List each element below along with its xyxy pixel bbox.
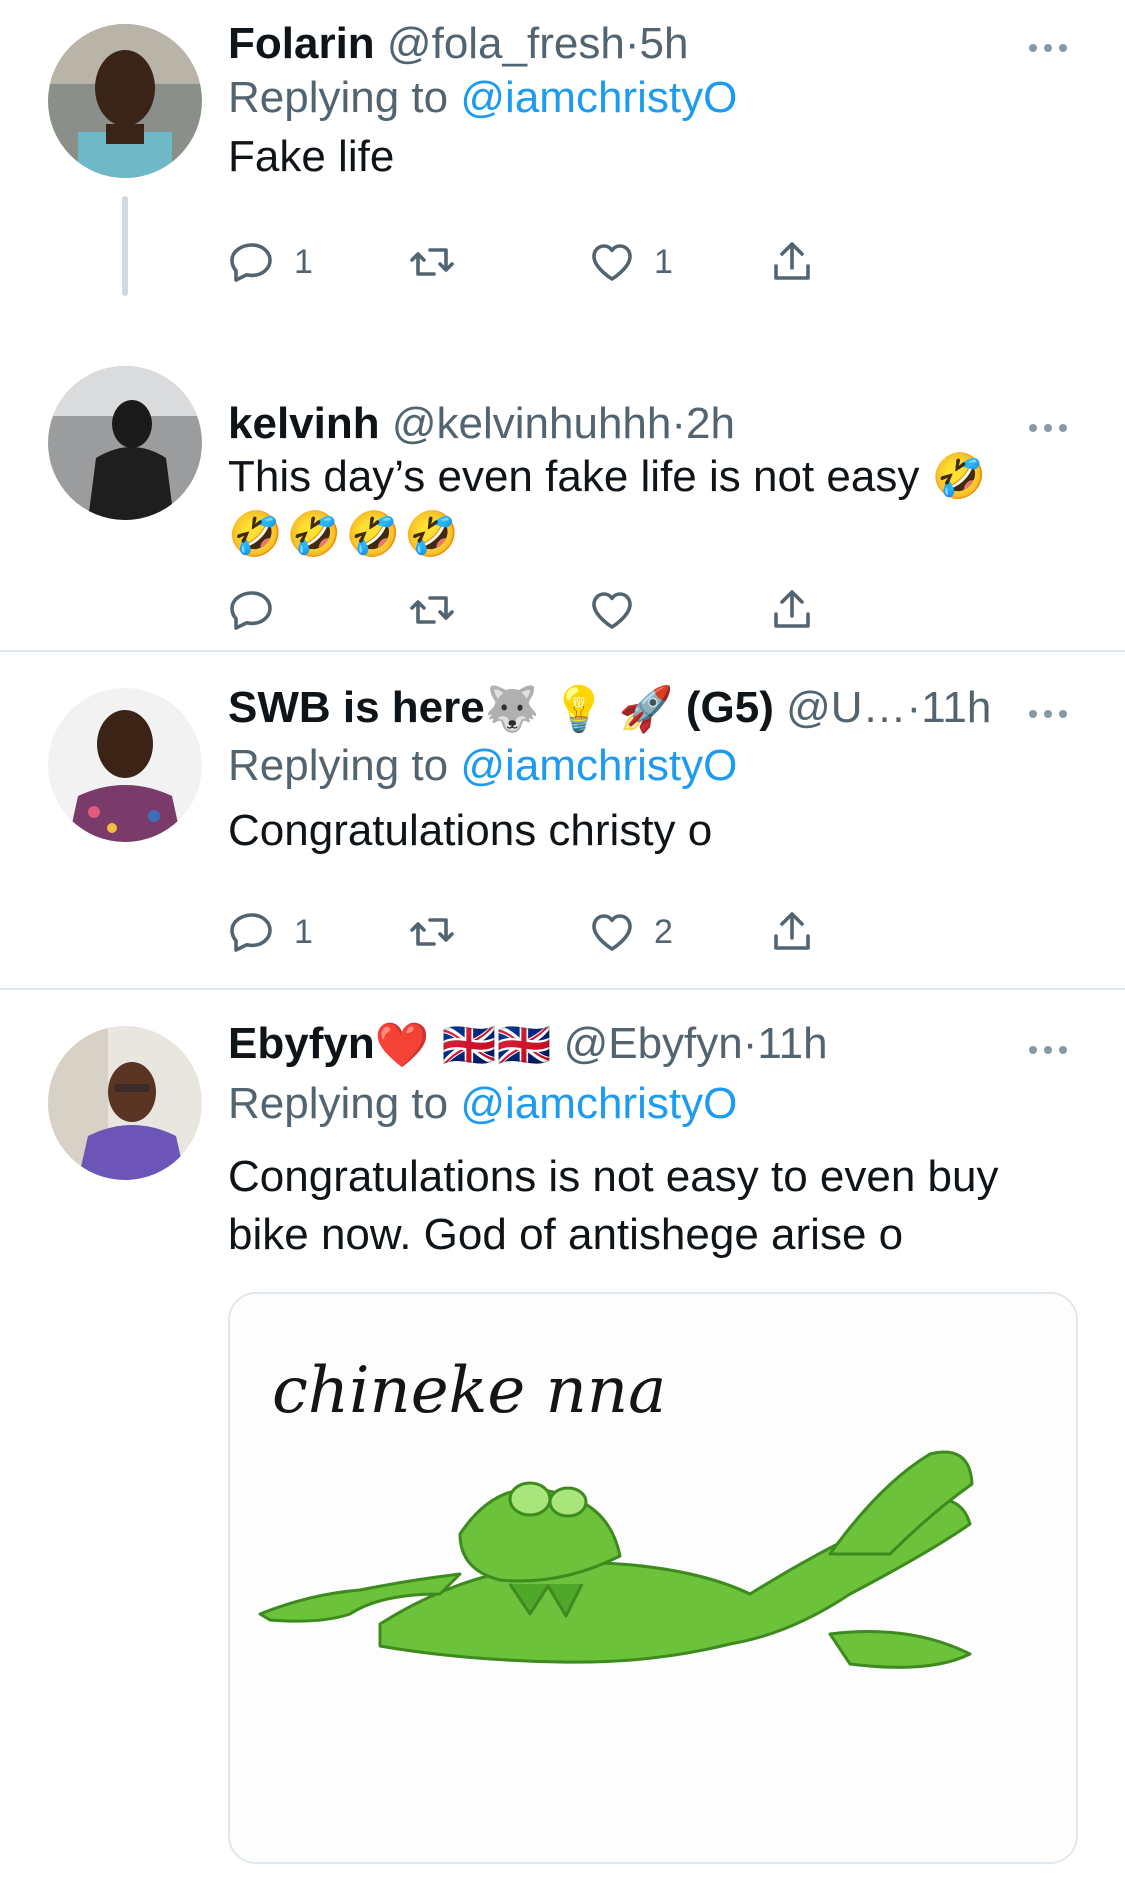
tweet-text: Congratulations is not easy to even buy (228, 1152, 999, 1201)
heart-icon (592, 914, 632, 951)
author-handle[interactable]: @U… (786, 683, 906, 732)
more-icon[interactable] (1029, 704, 1069, 724)
avatar-photo-icon (48, 1026, 202, 1180)
like-count: 2 (654, 912, 673, 951)
share-icon (774, 912, 810, 950)
retweet-icon (410, 918, 454, 946)
action-bar: 1 1 (228, 234, 948, 290)
avatar-photo-icon (48, 24, 202, 178)
like-button[interactable]: 2 (588, 904, 673, 960)
share-button[interactable] (768, 234, 816, 290)
mention-link[interactable]: @iamchristyO (460, 741, 737, 790)
tweet-header: Ebyfyn❤️ 🇬🇧🇬🇧 @Ebyfyn·11h (228, 1014, 1055, 1074)
kermit-frog-image: chineke nna (230, 1294, 1076, 1862)
replying-to: Replying to @iamchristyO (228, 736, 737, 796)
replying-to: Replying to @iamchristyO (228, 1074, 737, 1134)
reply-count: 1 (294, 912, 313, 951)
more-icon[interactable] (1029, 418, 1069, 438)
rocket-emoji-icon: 🚀 (618, 685, 674, 735)
red-heart-emoji-icon: ❤️ (374, 1021, 430, 1071)
tweet-header: SWB is here🐺 💡 🚀 (G5) @U…·11h (228, 678, 1055, 738)
timestamp[interactable]: 5h (639, 19, 688, 68)
more-icon[interactable] (1029, 1040, 1069, 1060)
tweet-text: This day’s even fake life is not easy 🤣 (228, 452, 987, 501)
share-icon (774, 590, 810, 628)
reply-icon (230, 913, 272, 952)
tweet-header: kelvinh @kelvinhuhhh·2h (228, 394, 1055, 454)
media-image[interactable]: chineke nna (228, 1292, 1078, 1864)
author-name-suffix: (G5) (685, 683, 774, 732)
retweet-icon (410, 596, 454, 624)
retweet-button[interactable] (408, 582, 456, 638)
replying-to: Replying to @iamchristyO (228, 68, 737, 128)
media-caption: chineke nna (272, 1354, 666, 1428)
uk-flag-emoji-icon: 🇬🇧 (441, 1021, 497, 1071)
timestamp[interactable]: 2h (686, 399, 735, 448)
avatar-photo-icon (48, 366, 202, 520)
lightbulb-emoji-icon: 💡 (551, 685, 607, 735)
avatar[interactable] (48, 1026, 202, 1180)
replying-prefix: Replying to (228, 73, 449, 122)
heart-icon (592, 244, 632, 281)
separator: · (742, 1019, 758, 1068)
heart-icon (592, 592, 632, 629)
uk-flag-emoji-icon: 🇬🇧 (496, 1021, 552, 1071)
reply-button[interactable]: 1 (228, 234, 313, 290)
reply-icon (230, 591, 272, 630)
share-icon (774, 242, 810, 280)
author-name[interactable]: Folarin (228, 19, 375, 68)
avatar[interactable] (48, 366, 202, 520)
like-button[interactable]: 1 (588, 234, 673, 290)
like-count: 1 (654, 242, 673, 281)
tweet-swb[interactable]: SWB is here🐺 💡 🚀 (G5) @U…·11h Replying t… (0, 652, 1125, 988)
tweet-text-line2: 🤣🤣🤣🤣 (228, 510, 464, 559)
reply-button[interactable]: 1 (228, 904, 313, 960)
tweet-folarin[interactable]: Folarin @fola_fresh·5h Replying to @iamc… (0, 0, 1125, 300)
mention-link[interactable]: @iamchristyO (460, 73, 737, 122)
author-name[interactable]: Ebyfyn (228, 1019, 375, 1068)
avatar-photo-icon (48, 688, 202, 842)
retweet-button[interactable] (408, 904, 456, 960)
reply-icon (230, 243, 272, 282)
avatar[interactable] (48, 24, 202, 178)
share-button[interactable] (768, 904, 816, 960)
avatar[interactable] (48, 688, 202, 842)
retweet-icon (410, 248, 454, 276)
replying-prefix: Replying to (228, 741, 449, 790)
like-button[interactable] (588, 582, 636, 638)
mention-link[interactable]: @iamchristyO (460, 1079, 737, 1128)
tweet-text-line2: bike now. God of antishege arise o (228, 1210, 904, 1259)
author-name[interactable]: kelvinh (228, 399, 380, 448)
reply-button[interactable] (228, 582, 276, 638)
author-handle[interactable]: @Ebyfyn (564, 1019, 743, 1068)
timestamp[interactable]: 11h (921, 683, 991, 732)
separator: · (671, 399, 687, 448)
horse-emoji-icon: 🐺 (484, 685, 540, 735)
thread-line (122, 196, 128, 296)
more-icon[interactable] (1029, 38, 1069, 58)
separator: · (906, 683, 922, 732)
timestamp[interactable]: 11h (757, 1019, 827, 1068)
separator: · (624, 19, 640, 68)
reply-count: 1 (294, 242, 313, 281)
share-button[interactable] (768, 582, 816, 638)
tweet-text: Congratulations christy o (228, 806, 713, 855)
retweet-button[interactable] (408, 234, 456, 290)
author-name[interactable]: SWB is here (228, 683, 485, 732)
replying-prefix: Replying to (228, 1079, 449, 1128)
author-handle[interactable]: @kelvinhuhhh (392, 399, 672, 448)
tweet-header: Folarin @fola_fresh·5h (228, 14, 1055, 74)
author-handle[interactable]: @fola_fresh (387, 19, 625, 68)
action-bar: 1 2 (228, 904, 948, 960)
action-bar (228, 582, 948, 638)
tweet-kelvinh[interactable]: kelvinh @kelvinhuhhh·2h This day’s even … (0, 300, 1125, 650)
tweet-text: Fake life (228, 132, 395, 181)
